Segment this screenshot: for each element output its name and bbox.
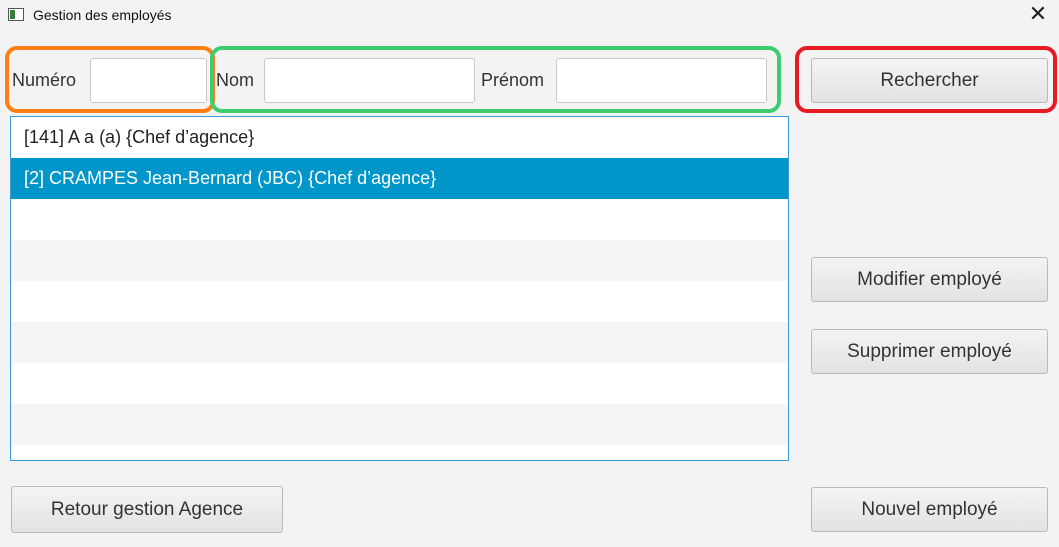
modify-employee-button[interactable]: Modifier employé [811, 257, 1048, 302]
list-item-selected[interactable]: [2] CRAMPES Jean-Bernard (JBC) {Chef d’a… [11, 158, 788, 199]
list-item[interactable] [11, 199, 788, 240]
nom-input[interactable] [264, 58, 475, 103]
list-item[interactable]: [141] A a (a) {Chef d’agence} [11, 117, 788, 158]
prenom-label: Prénom [481, 70, 545, 90]
app-icon [8, 8, 24, 21]
delete-employee-button[interactable]: Supprimer employé [811, 329, 1048, 374]
back-agency-button[interactable]: Retour gestion Agence [11, 486, 283, 533]
numero-label: Numéro [12, 70, 77, 90]
list-item[interactable] [11, 281, 788, 322]
list-item[interactable] [11, 240, 788, 281]
search-button[interactable]: Rechercher [811, 58, 1048, 103]
title-bar: Gestion des employés ✕ [0, 0, 1059, 32]
new-employee-button[interactable]: Nouvel employé [811, 487, 1048, 532]
window-title: Gestion des employés [33, 7, 172, 23]
numero-input[interactable] [90, 58, 207, 103]
list-item[interactable] [11, 363, 788, 404]
prenom-input[interactable] [556, 58, 767, 103]
nom-label: Nom [216, 70, 255, 90]
close-icon[interactable]: ✕ [1024, 4, 1052, 28]
employee-list[interactable]: [141] A a (a) {Chef d’agence} [2] CRAMPES… [10, 116, 789, 461]
list-item[interactable] [11, 322, 788, 363]
list-item[interactable] [11, 404, 788, 445]
